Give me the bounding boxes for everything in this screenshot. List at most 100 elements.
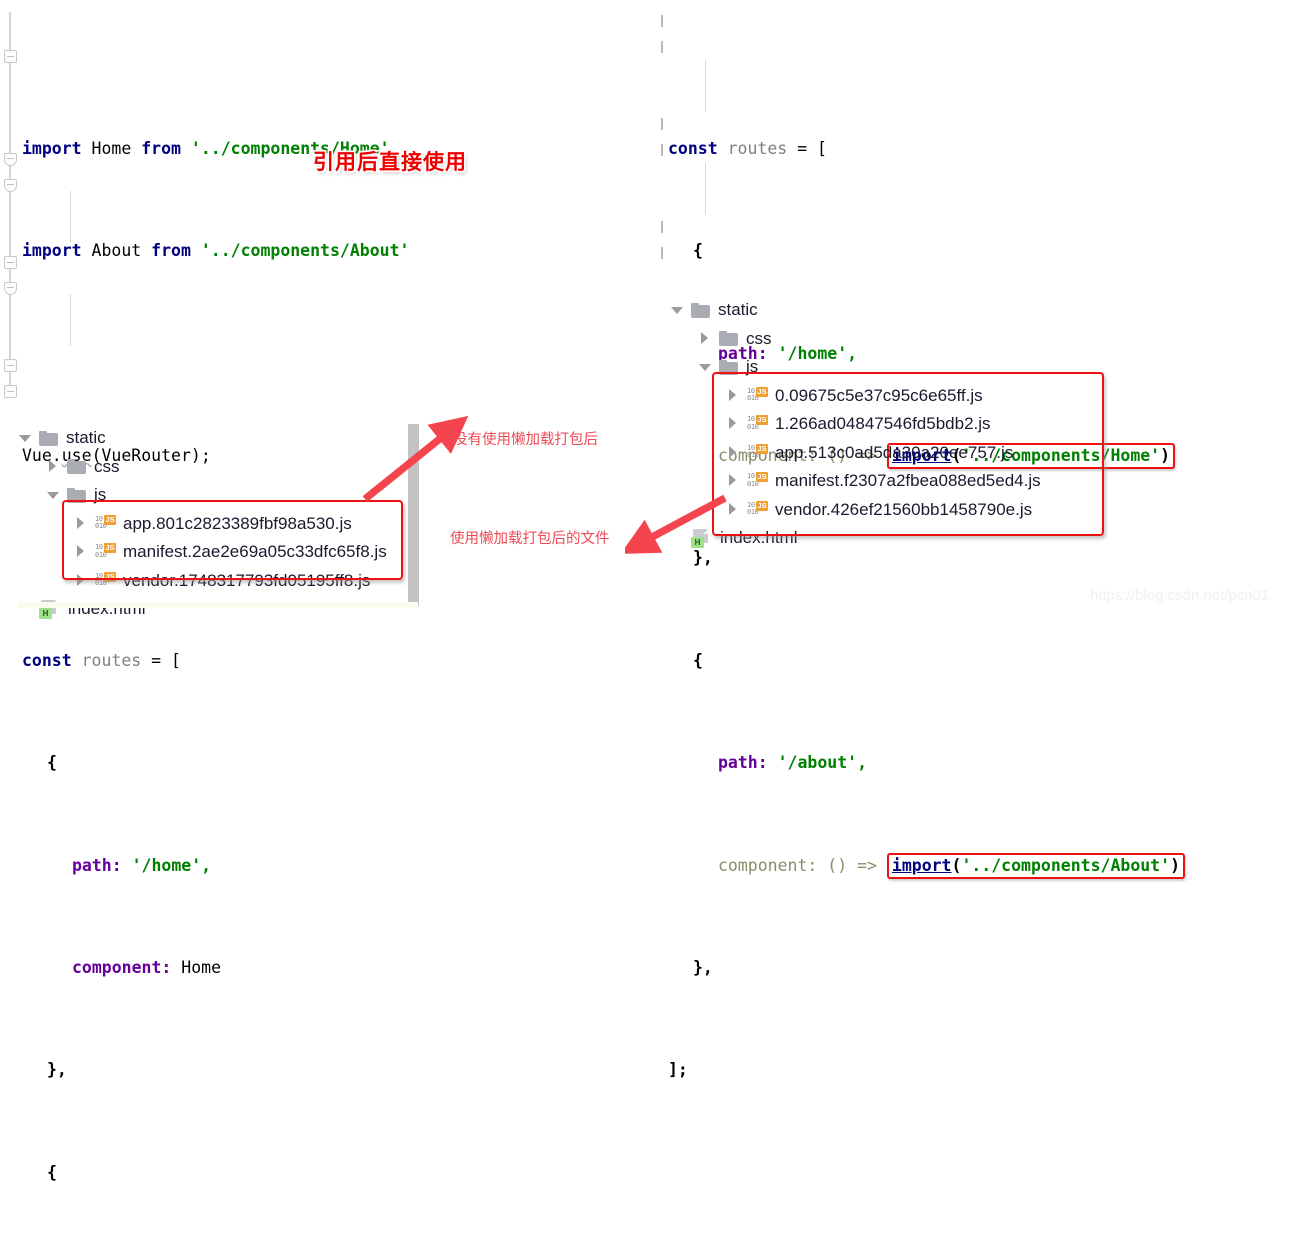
tree-row-label: manifest.2ae2e69a05c33dfc65f8.js (123, 542, 387, 562)
tree-row[interactable]: 10 010 JS 0.09675c5e37c95c6e65ff.js (670, 382, 1041, 411)
token-keyword-import: import (22, 241, 82, 261)
js-icon-badge: JS (756, 443, 768, 454)
tree-row[interactable]: Hindex.html (670, 524, 1041, 553)
chevron-down-icon[interactable] (18, 431, 32, 445)
chevron-right-icon[interactable] (726, 388, 740, 403)
token-keyword-from: from (151, 241, 191, 261)
js-file-icon: 10 010 JS (747, 443, 769, 462)
token-key-path: path: (72, 855, 122, 875)
token-value-home-route: '/home', (131, 855, 212, 875)
tree-row[interactable]: js (18, 481, 387, 510)
highlight-box-import-about: import('../components/About') (886, 852, 1185, 879)
token-paren-close: ) (1170, 855, 1180, 875)
code-line: const routes = [ (658, 136, 1258, 162)
chevron-right-icon[interactable] (74, 545, 88, 559)
js-icon-badge: JS (104, 514, 116, 525)
chevron-down-icon[interactable] (698, 360, 712, 374)
chevron-right-icon[interactable] (726, 445, 740, 460)
chevron-right-icon[interactable] (726, 417, 740, 431)
token-keyword-from: from (141, 138, 181, 158)
token-identifier-about: About (91, 241, 142, 261)
code-editor-lazy[interactable]: const routes = [ { path: '/home', compon… (658, 8, 1258, 1109)
folder-icon (67, 487, 86, 503)
left-panel-scrollbar[interactable] (408, 424, 419, 606)
indent-guide (705, 163, 706, 215)
tree-row[interactable]: 10 010 JS manifest.2ae2e69a05c33dfc65f8.js (18, 538, 387, 567)
code-line: component: () => import('../components/A… (658, 852, 1258, 879)
tree-row-label: index.html (720, 528, 798, 548)
js-file-icon: 10 010 JS (95, 543, 117, 561)
chevron-right-icon[interactable] (726, 474, 740, 488)
tree-row[interactable]: 10 010 JS app.801c2823389fbf98a530.js (18, 510, 387, 539)
token-key-path: path: (718, 753, 768, 773)
token-value-about-route: '/about', (777, 753, 868, 773)
tree-row-label: css (746, 328, 772, 348)
token-identifier-routes: routes (81, 650, 142, 670)
token-paren-open: ( (951, 855, 962, 875)
callout-direct-use: 引用后直接使用 (313, 150, 467, 174)
left-panel-bottom-band (18, 602, 418, 608)
tree-row[interactable]: static (670, 296, 1041, 325)
folder-icon (719, 359, 738, 375)
file-tree-lazy[interactable]: static css js 10 010 JS 0.09675c5e37c95c6e65ff… (670, 296, 1041, 553)
code-line: path: '/about', (658, 750, 1258, 776)
chevron-right-icon[interactable] (698, 331, 712, 346)
token-identifier-home: Home (91, 138, 132, 158)
indent-guide (70, 191, 71, 243)
tree-row[interactable]: 10 010 JS app.513c0ad5da30a20ee757.js (670, 439, 1041, 468)
tree-row[interactable]: static (18, 424, 387, 453)
tree-row[interactable]: 10 010 JS vendor.1748317793fd05195ff8.js (18, 567, 387, 596)
js-icon-badge: JS (756, 472, 768, 483)
tree-row-label: static (718, 300, 758, 320)
code-line: }, (658, 955, 1258, 981)
tree-row-label: vendor.1748317793fd05195ff8.js (123, 570, 371, 590)
js-file-icon: 10 010 JS (747, 386, 769, 405)
chevron-down-icon[interactable] (46, 488, 60, 502)
chevron-right-icon[interactable] (74, 573, 88, 588)
token-assign-bracket: = [ (797, 138, 827, 158)
tree-row[interactable]: css (18, 453, 387, 482)
token-open-brace: { (693, 650, 703, 670)
annotation-with-lazyload: 使用懒加载打包后的文件 (450, 531, 610, 547)
tree-row[interactable]: js (670, 353, 1041, 382)
code-line: { (658, 238, 1258, 264)
folder-icon (719, 331, 738, 347)
tree-row[interactable]: 10 010 JS vendor.426ef21560bb1458790e.js (670, 496, 1041, 525)
tree-row[interactable]: css (670, 325, 1041, 354)
chevron-right-icon[interactable] (74, 516, 88, 531)
tree-row-label: js (94, 485, 107, 505)
token-close-brace: }, (47, 1060, 67, 1080)
code-line: { (0, 1160, 520, 1186)
html-icon-badge: H (39, 607, 52, 619)
js-icon-badge: JS (104, 571, 116, 582)
tree-row-label: js (746, 357, 759, 377)
indent-guide (70, 294, 71, 346)
token-string-about-path: '../components/About' (200, 241, 410, 261)
chevron-down-icon[interactable] (670, 303, 684, 317)
js-icon-badge: JS (756, 415, 768, 426)
code-line: { (658, 648, 1258, 674)
file-tree-eager[interactable]: static css js 10 010 JS app.801c2823389fbf98a5… (18, 424, 387, 624)
token-arrow-function: () => (827, 855, 877, 875)
token-string-about-path: '../components/About' (961, 855, 1171, 875)
js-file-icon: 10 010 JS (95, 571, 117, 590)
code-line: import About from '../components/About' (0, 238, 520, 264)
html-file-icon: H (691, 528, 713, 548)
tree-row[interactable]: 10 010 JS manifest.f2307a2fbea088ed5ed4.js (670, 467, 1041, 496)
indent-guide (705, 60, 706, 112)
tree-row-label: app.801c2823389fbf98a530.js (123, 513, 352, 533)
tree-row[interactable]: 10 010 JS 1.266ad04847546fd5bdb2.js (670, 410, 1041, 439)
tree-row[interactable]: Hindex.html (18, 595, 387, 624)
chevron-right-icon[interactable] (726, 502, 740, 517)
watermark: https://blog.csdn.net/pcn01 (1090, 587, 1270, 604)
token-keyword-import: import (22, 138, 82, 158)
tree-row-label: app.513c0ad5da30a20ee757.js (775, 442, 1014, 462)
token-keyword-const: const (22, 650, 72, 670)
js-file-icon: 10 010 JS (747, 415, 769, 433)
code-line: const routes = [ (0, 648, 520, 674)
token-close-brace: }, (693, 957, 713, 977)
code-line: }, (0, 1057, 520, 1083)
chevron-right-icon[interactable] (46, 459, 60, 474)
folder-icon (39, 430, 58, 446)
